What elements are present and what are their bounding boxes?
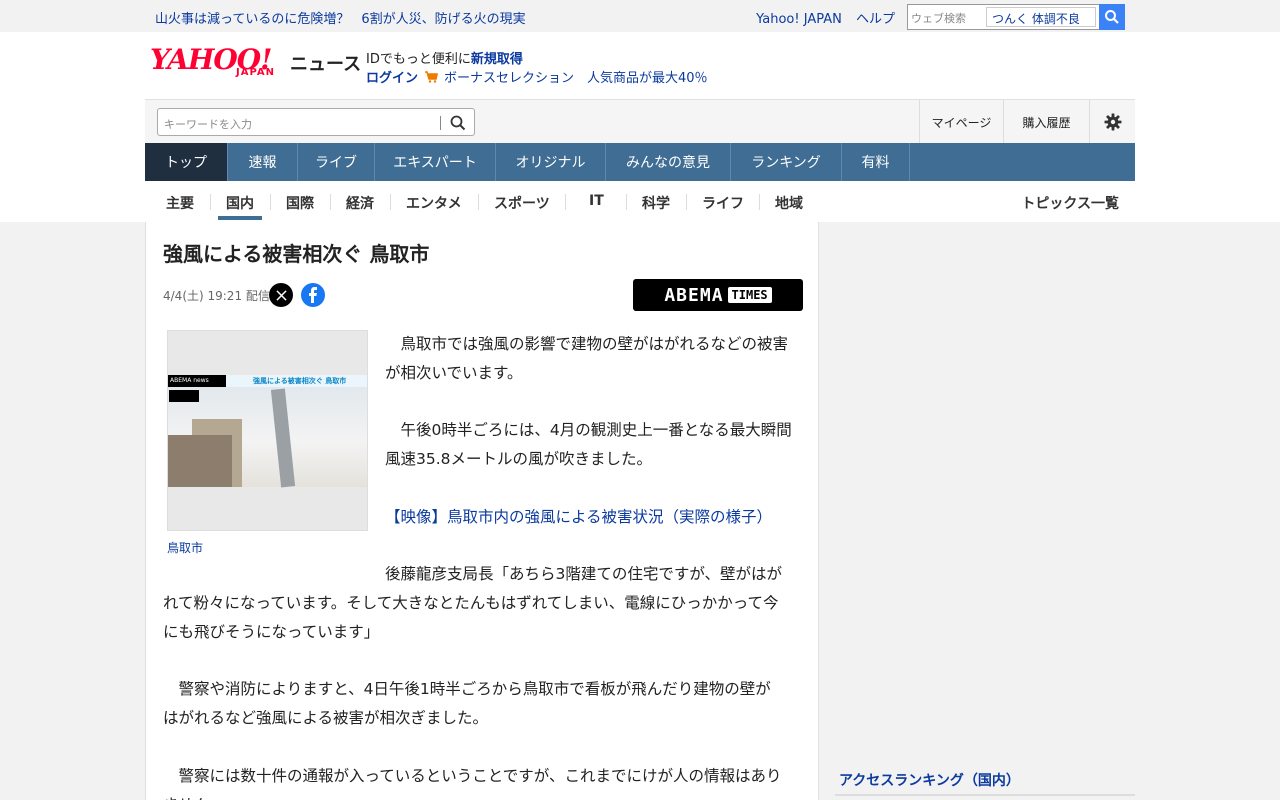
category-divider	[686, 194, 687, 210]
photo-building-front	[168, 435, 232, 487]
tab-opinion[interactable]: みんなの意見	[606, 143, 731, 181]
category-divider	[565, 194, 566, 210]
access-ranking-title[interactable]: アクセスランキング（国内）	[839, 770, 1020, 790]
x-logo-icon	[275, 289, 287, 301]
photo-caption[interactable]: 鳥取市	[167, 539, 203, 556]
tab-top[interactable]: トップ	[145, 143, 228, 181]
keyword-search-box[interactable]: キーワードを入力	[157, 108, 475, 136]
main-nav: トップ 速報 ライブ エキスパート オリジナル みんなの意見 ランキング 有料	[145, 143, 1135, 181]
search-icon[interactable]	[448, 113, 468, 133]
category-divider	[270, 194, 271, 210]
web-search-box[interactable]: ウェブ検索 つんく 体調不良	[907, 4, 1125, 30]
facebook-icon	[309, 287, 317, 303]
purchase-history-button[interactable]: 購入履歴	[1003, 100, 1089, 144]
search-icon	[1105, 10, 1119, 24]
promo-text-1[interactable]: 山火事は減っているのに危険増？	[155, 12, 349, 27]
yahoo-logo[interactable]: YAHOO! JAPAN	[150, 46, 285, 86]
tab-paid[interactable]: 有料	[842, 143, 910, 181]
news-logo-label[interactable]: ニュース	[290, 50, 361, 76]
photo-caption-bar: ABEMA news 強風による被害相次ぐ 鳥取市	[168, 375, 367, 387]
paragraph-5-line-1: 警察には数十件の通報が入っているということですが、これまでにけが人の情報はあり	[163, 767, 782, 785]
photo-location-tag	[169, 390, 199, 402]
share-x-button[interactable]	[269, 283, 293, 307]
tab-live[interactable]: ライブ	[298, 143, 375, 181]
article-date: 4/4(土) 19:21 配信	[163, 289, 270, 303]
active-category-indicator	[218, 216, 262, 220]
abema-logo-text: ABEMA	[664, 284, 724, 306]
abema-logo-tag: TIMES	[727, 287, 772, 303]
settings-button[interactable]	[1089, 100, 1135, 144]
article-card: 強風による被害相次ぐ 鳥取市 4/4(土) 19:21 配信 ABEMA TIM…	[145, 222, 819, 800]
search-divider	[440, 116, 441, 130]
photo-channel-logo: ABEMA news	[168, 375, 226, 387]
logo-sub: JAPAN	[236, 67, 275, 78]
category-it[interactable]: IT	[589, 193, 604, 209]
paragraph-4-line-1: 警察や消防によりますと、4日午後1時半ごろから鳥取市で看板が飛んだり建物の壁が	[163, 680, 771, 698]
gear-icon	[1104, 113, 1121, 131]
category-divider	[759, 194, 760, 210]
category-science[interactable]: 科学	[642, 193, 670, 213]
paragraph-2-line-2: 風速35.8メートルの風が吹きました。	[385, 450, 653, 468]
top-strip: 山火事は減っているのに危険増？ 6割が人災、防げる火の現実 Yahoo! JAPA…	[145, 0, 1135, 32]
id-promo-text: IDでもっと便利に	[366, 52, 471, 67]
promo-banner[interactable]: 山火事は減っているのに危険増？ 6割が人災、防げる火の現実	[155, 8, 538, 27]
photo-scene: ABEMA news 強風による被害相次ぐ 鳥取市	[168, 375, 367, 488]
paragraph-5-line-2: ません。	[163, 791, 225, 800]
article-title: 強風による被害相次ぐ 鳥取市	[163, 242, 430, 266]
category-divider	[210, 194, 211, 210]
help-link[interactable]: ヘルプ	[856, 12, 895, 27]
category-divider	[390, 194, 391, 210]
category-sports[interactable]: スポーツ	[494, 193, 550, 213]
web-search-suggestion[interactable]: つんく 体調不良	[986, 7, 1096, 27]
login-line: ログイン ボーナスセレクション 人気商品が最大40％	[366, 67, 708, 86]
tab-ranking[interactable]: ランキング	[731, 143, 842, 181]
article-photo[interactable]: ABEMA news 強風による被害相次ぐ 鳥取市	[167, 330, 368, 531]
web-search-button[interactable]	[1099, 4, 1125, 30]
cart-icon	[425, 70, 438, 83]
yahoo-japan-link[interactable]: Yahoo! JAPAN	[756, 12, 842, 27]
paragraph-3-line-1: 後藤龍彦支局長「あちら3階建ての住宅ですが、壁がはが	[385, 565, 783, 583]
keyword-search-input[interactable]: キーワードを入力	[164, 116, 252, 132]
paragraph-1-line-1: 鳥取市では強風の影響で建物の壁がはがれるなどの被害	[385, 335, 789, 353]
register-link[interactable]: 新規取得	[471, 52, 523, 67]
top-links: Yahoo! JAPAN ヘルプ	[746, 8, 895, 27]
category-local[interactable]: 地域	[775, 193, 803, 213]
category-domestic[interactable]: 国内	[226, 193, 254, 213]
login-link[interactable]: ログイン	[366, 67, 418, 86]
category-economy[interactable]: 経済	[346, 193, 374, 213]
promo-text-2[interactable]: 6割が人災、防げる火の現実	[361, 12, 525, 27]
category-entertainment[interactable]: エンタメ	[406, 193, 462, 213]
search-row: キーワードを入力 マイページ 購入履歴	[145, 99, 1135, 144]
photo-pole	[270, 388, 296, 488]
abema-times-logo[interactable]: ABEMA TIMES	[633, 279, 803, 311]
tab-original[interactable]: オリジナル	[496, 143, 606, 181]
paragraph-2-line-1: 午後0時半ごろには、4月の観測史上一番となる最大瞬間	[385, 421, 792, 439]
category-nav: 主要 国内 国際 経済 エンタメ スポーツ IT 科学 ライフ 地域 トピックス…	[145, 181, 1135, 222]
share-facebook-button[interactable]	[301, 283, 325, 307]
tab-expert[interactable]: エキスパート	[375, 143, 496, 181]
paragraph-3-line-2: れて粉々になっています。そして大きなとたんもはずれてしまい、電線にひっかかって今	[163, 594, 779, 612]
paragraph-3-line-3: にも飛びそうになっています」	[163, 623, 380, 641]
tab-breaking[interactable]: 速報	[228, 143, 298, 181]
video-link[interactable]: 【映像】鳥取市内の強風による被害状況（実際の様子）	[385, 503, 772, 532]
topics-list-link[interactable]: トピックス一覧	[1021, 193, 1119, 213]
category-main[interactable]: 主要	[166, 193, 194, 213]
category-divider	[478, 194, 479, 210]
paragraph-4-line-2: はがれるなど強風による被害が相次ぎました。	[163, 709, 489, 727]
category-international[interactable]: 国際	[286, 193, 314, 213]
id-promo: IDでもっと便利に新規取得	[366, 48, 523, 67]
category-divider	[626, 194, 627, 210]
mypage-button[interactable]: マイページ	[919, 100, 1003, 144]
category-life[interactable]: ライフ	[702, 193, 744, 213]
paragraph-1-line-2: が相次いでいます。	[385, 364, 523, 382]
ranking-divider	[835, 794, 1135, 796]
web-search-input[interactable]: ウェブ検索	[908, 5, 984, 29]
bonus-selection-link[interactable]: ボーナスセレクション 人気商品が最大40％	[444, 67, 708, 86]
photo-overlay-caption: 強風による被害相次ぐ 鳥取市	[253, 377, 347, 385]
category-divider	[330, 194, 331, 210]
